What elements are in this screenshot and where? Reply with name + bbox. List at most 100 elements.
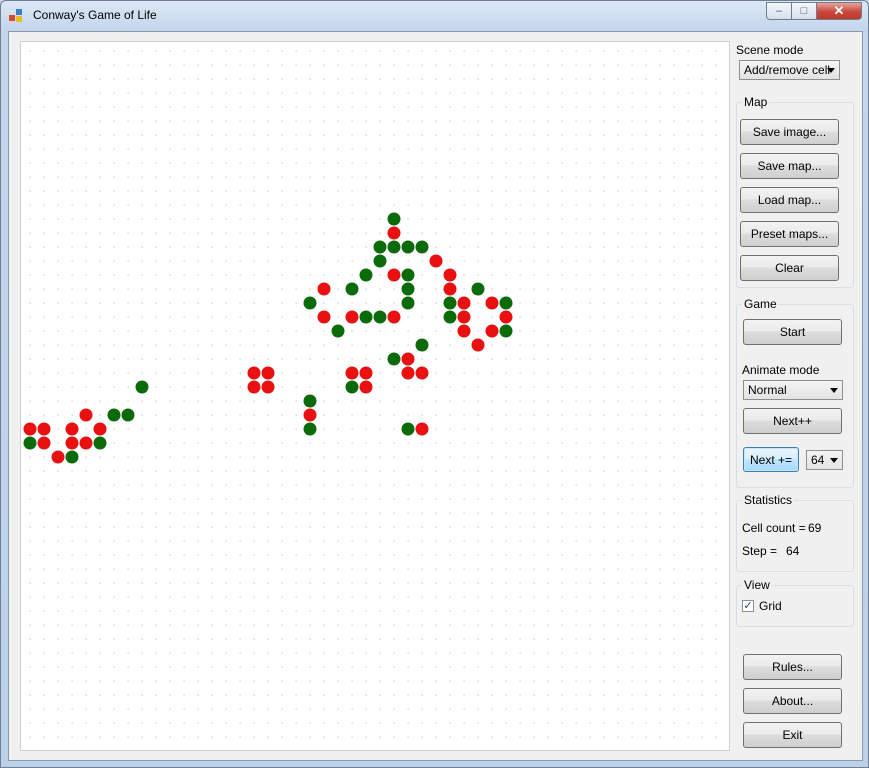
life-cell[interactable] [107, 408, 121, 422]
life-cell[interactable] [387, 212, 401, 226]
step-amount-select[interactable]: 64 [806, 450, 843, 470]
life-cell[interactable] [471, 338, 485, 352]
life-cell[interactable] [359, 380, 373, 394]
life-cell[interactable] [247, 366, 261, 380]
about-button[interactable]: About... [743, 688, 842, 714]
life-cell[interactable] [359, 366, 373, 380]
life-cell[interactable] [331, 324, 345, 338]
life-cell[interactable] [373, 310, 387, 324]
life-cell[interactable] [261, 380, 275, 394]
life-cell[interactable] [345, 282, 359, 296]
minimize-button[interactable]: – [766, 2, 792, 20]
life-cell[interactable] [429, 254, 443, 268]
life-cell[interactable] [51, 450, 65, 464]
maximize-button[interactable]: □ [792, 2, 817, 20]
cell-count-value: 69 [808, 521, 822, 535]
start-button[interactable]: Start [743, 319, 842, 345]
life-cell[interactable] [485, 324, 499, 338]
title-bar[interactable]: Conway's Game of Life – □ ✕ [1, 1, 868, 31]
life-cell[interactable] [65, 422, 79, 436]
view-group: View ✓ Grid [736, 578, 854, 627]
life-cell[interactable] [457, 310, 471, 324]
life-cell[interactable] [37, 436, 51, 450]
grid-checkbox-label[interactable]: Grid [759, 599, 782, 613]
clear-button[interactable]: Clear [740, 255, 839, 281]
life-cell[interactable] [415, 422, 429, 436]
life-cell[interactable] [359, 310, 373, 324]
life-cell[interactable] [303, 394, 317, 408]
scene-mode-value: Add/remove cell [744, 63, 831, 77]
life-cell[interactable] [443, 310, 457, 324]
scene-mode-label: Scene mode [736, 43, 804, 57]
close-button[interactable]: ✕ [817, 2, 862, 20]
life-cell[interactable] [79, 408, 93, 422]
life-cell[interactable] [401, 352, 415, 366]
grid-checkbox[interactable]: ✓ [742, 600, 754, 612]
life-cell[interactable] [23, 422, 37, 436]
life-cell[interactable] [499, 310, 513, 324]
life-cell[interactable] [443, 282, 457, 296]
animate-mode-select[interactable]: Normal [743, 380, 843, 400]
life-cell[interactable] [65, 450, 79, 464]
life-cell[interactable] [93, 436, 107, 450]
life-cell[interactable] [471, 282, 485, 296]
life-cell[interactable] [93, 422, 107, 436]
close-icon: ✕ [833, 3, 845, 18]
life-cell[interactable] [401, 296, 415, 310]
life-cell[interactable] [387, 240, 401, 254]
life-cell[interactable] [121, 408, 135, 422]
life-cell[interactable] [485, 296, 499, 310]
life-cell[interactable] [37, 422, 51, 436]
save-image-button[interactable]: Save image... [740, 119, 839, 145]
load-map-button[interactable]: Load map... [740, 187, 839, 213]
life-cell[interactable] [345, 366, 359, 380]
life-cell[interactable] [303, 422, 317, 436]
next-plus-plus-button[interactable]: Next++ [743, 408, 842, 434]
life-cell[interactable] [247, 380, 261, 394]
save-map-button[interactable]: Save map... [740, 153, 839, 179]
life-cell[interactable] [457, 296, 471, 310]
life-cell[interactable] [401, 268, 415, 282]
life-cell[interactable] [317, 310, 331, 324]
life-cell[interactable] [387, 226, 401, 240]
view-group-title: View [742, 578, 772, 592]
life-cell[interactable] [359, 268, 373, 282]
life-cell[interactable] [303, 296, 317, 310]
animate-mode-label: Animate mode [742, 363, 820, 377]
life-cell[interactable] [457, 324, 471, 338]
life-cell[interactable] [261, 366, 275, 380]
life-cell[interactable] [415, 366, 429, 380]
life-cell[interactable] [373, 240, 387, 254]
life-cell[interactable] [79, 436, 93, 450]
life-cell[interactable] [373, 254, 387, 268]
life-cell[interactable] [401, 240, 415, 254]
exit-button[interactable]: Exit [743, 722, 842, 748]
life-cell[interactable] [443, 268, 457, 282]
life-cell[interactable] [387, 268, 401, 282]
board-svg[interactable] [21, 42, 729, 750]
life-cell[interactable] [415, 240, 429, 254]
next-plus-eq-button[interactable]: Next += [743, 447, 799, 472]
life-cell[interactable] [387, 310, 401, 324]
life-cell[interactable] [415, 338, 429, 352]
life-cell[interactable] [401, 422, 415, 436]
life-cell[interactable] [135, 380, 149, 394]
life-board[interactable] [20, 41, 730, 751]
life-cell[interactable] [401, 366, 415, 380]
client-area: Scene mode Add/remove cell Map Save imag… [8, 31, 863, 761]
life-cell[interactable] [23, 436, 37, 450]
life-cell[interactable] [443, 296, 457, 310]
life-cell[interactable] [345, 380, 359, 394]
rules-button[interactable]: Rules... [743, 654, 842, 680]
preset-maps-button[interactable]: Preset maps... [740, 221, 839, 247]
life-cell[interactable] [317, 282, 331, 296]
life-cell[interactable] [303, 408, 317, 422]
life-cell[interactable] [65, 436, 79, 450]
life-cell[interactable] [499, 324, 513, 338]
minimize-icon: – [775, 5, 783, 17]
life-cell[interactable] [345, 310, 359, 324]
scene-mode-select[interactable]: Add/remove cell [739, 60, 840, 80]
life-cell[interactable] [401, 282, 415, 296]
life-cell[interactable] [499, 296, 513, 310]
life-cell[interactable] [387, 352, 401, 366]
